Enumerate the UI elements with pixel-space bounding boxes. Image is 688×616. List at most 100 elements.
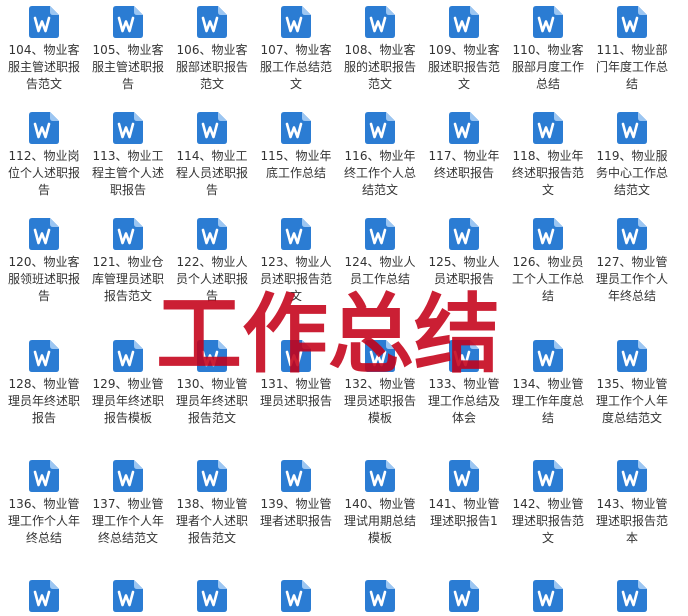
file-item[interactable]: 115、物业年底工作总结 (254, 112, 338, 182)
file-item[interactable]: 136、物业管理工作个人年终总结 (2, 460, 86, 547)
file-item[interactable] (590, 580, 674, 616)
file-name-label: 104、物业客服主管述职报告范文 (7, 43, 80, 91)
file-item[interactable]: 126、物业员工个人工作总结 (506, 218, 590, 305)
file-item[interactable] (422, 580, 506, 616)
file-item[interactable] (338, 580, 422, 616)
word-document-icon (365, 218, 395, 250)
word-document-icon (533, 460, 563, 492)
file-item[interactable]: 114、物业工程人员述职报告 (170, 112, 254, 199)
file-item[interactable]: 140、物业管理试用期总结模板 (338, 460, 422, 547)
file-item[interactable]: 122、物业人员个人述职报告 (170, 218, 254, 305)
word-document-icon (197, 340, 227, 372)
file-item[interactable]: 108、物业客服的述职报告范文 (338, 6, 422, 93)
file-name-label: 106、物业客服部述职报告范文 (175, 43, 248, 91)
file-item[interactable]: 141、物业管理述职报告1 (422, 460, 506, 530)
file-item[interactable]: 137、物业管理工作个人年终总结范文 (86, 460, 170, 547)
file-item[interactable]: 105、物业客服主管述职报告 (86, 6, 170, 93)
word-document-icon (197, 6, 227, 38)
file-item[interactable]: 107、物业客服工作总结范文 (254, 6, 338, 93)
word-document-icon (29, 218, 59, 250)
word-document-icon (113, 580, 143, 612)
file-item[interactable]: 117、物业年终述职报告 (422, 112, 506, 182)
file-item[interactable]: 120、物业客服领班述职报告 (2, 218, 86, 305)
file-name-label: 131、物业管理员述职报告 (259, 377, 332, 408)
file-name-label: 132、物业管理员述职报告模板 (343, 377, 416, 425)
word-document-icon (113, 218, 143, 250)
word-document-icon (449, 218, 479, 250)
file-name-label: 133、物业管理工作总结及体会 (427, 377, 500, 425)
file-name-label: 141、物业管理述职报告1 (428, 497, 500, 528)
file-item[interactable]: 111、物业部门年度工作总结 (590, 6, 674, 93)
file-name-label: 130、物业管理员年终述职报告范文 (175, 377, 248, 425)
file-item[interactable]: 132、物业管理员述职报告模板 (338, 340, 422, 427)
word-document-icon (365, 460, 395, 492)
word-document-icon (281, 340, 311, 372)
file-name-label: 121、物业仓库管理员述职报告范文 (91, 255, 164, 303)
file-name-label: 128、物业管理员年终述职报告 (7, 377, 80, 425)
file-item[interactable]: 113、物业工程主管个人述职报告 (86, 112, 170, 199)
word-document-icon (29, 460, 59, 492)
file-item[interactable]: 139、物业管理者述职报告 (254, 460, 338, 530)
file-item[interactable]: 125、物业人员述职报告 (422, 218, 506, 288)
file-item[interactable]: 130、物业管理员年终述职报告范文 (170, 340, 254, 427)
file-item[interactable]: 131、物业管理员述职报告 (254, 340, 338, 410)
file-item[interactable]: 138、物业管理者个人述职报告范文 (170, 460, 254, 547)
word-document-icon (113, 460, 143, 492)
file-item[interactable]: 134、物业管理工作年度总结 (506, 340, 590, 427)
word-document-icon (533, 580, 563, 612)
file-name-label: 116、物业年终工作个人总结范文 (343, 149, 416, 197)
file-name-label: 115、物业年底工作总结 (260, 149, 332, 180)
file-item[interactable]: 124、物业人员工作总结 (338, 218, 422, 288)
file-name-label: 142、物业管理述职报告范文 (511, 497, 584, 545)
word-document-icon (29, 112, 59, 144)
file-item[interactable] (2, 580, 86, 616)
file-name-label: 124、物业人员工作总结 (344, 255, 416, 286)
file-item[interactable]: 104、物业客服主管述职报告范文 (2, 6, 86, 93)
file-name-label: 126、物业员工个人工作总结 (511, 255, 584, 303)
word-document-icon (365, 6, 395, 38)
word-document-icon (281, 580, 311, 612)
file-name-label: 107、物业客服工作总结范文 (259, 43, 332, 91)
file-item[interactable] (86, 580, 170, 616)
file-item[interactable]: 123、物业人员述职报告范文 (254, 218, 338, 305)
file-item[interactable] (254, 580, 338, 616)
file-name-label: 119、物业服务中心工作总结范文 (595, 149, 668, 197)
word-document-icon (113, 112, 143, 144)
word-document-icon (281, 112, 311, 144)
file-item[interactable]: 118、物业年终述职报告范文 (506, 112, 590, 199)
file-name-label: 134、物业管理工作年度总结 (511, 377, 584, 425)
file-item[interactable]: 109、物业客服述职报告范文 (422, 6, 506, 93)
word-document-icon (197, 580, 227, 612)
word-document-icon (113, 6, 143, 38)
file-name-label: 137、物业管理工作个人年终总结范文 (91, 497, 164, 545)
file-item[interactable]: 143、物业管理述职报告范本 (590, 460, 674, 547)
file-item[interactable] (170, 580, 254, 616)
file-name-label: 117、物业年终述职报告 (428, 149, 500, 180)
file-item[interactable]: 133、物业管理工作总结及体会 (422, 340, 506, 427)
file-item[interactable]: 127、物业管理员工作个人年终总结 (590, 218, 674, 305)
file-name-label: 108、物业客服的述职报告范文 (343, 43, 416, 91)
word-document-icon (617, 6, 647, 38)
file-name-label: 136、物业管理工作个人年终总结 (7, 497, 80, 545)
word-document-icon (533, 218, 563, 250)
file-item[interactable]: 129、物业管理员年终述职报告模板 (86, 340, 170, 427)
file-item[interactable]: 121、物业仓库管理员述职报告范文 (86, 218, 170, 305)
file-item[interactable]: 116、物业年终工作个人总结范文 (338, 112, 422, 199)
file-item[interactable]: 142、物业管理述职报告范文 (506, 460, 590, 547)
file-item[interactable]: 106、物业客服部述职报告范文 (170, 6, 254, 93)
file-name-label: 138、物业管理者个人述职报告范文 (175, 497, 248, 545)
word-document-icon (533, 112, 563, 144)
file-item[interactable]: 128、物业管理员年终述职报告 (2, 340, 86, 427)
word-document-icon (617, 112, 647, 144)
file-item[interactable]: 135、物业管理工作个人年度总结范文 (590, 340, 674, 427)
word-document-icon (449, 112, 479, 144)
file-item[interactable]: 112、物业岗位个人述职报告 (2, 112, 86, 199)
file-item[interactable]: 119、物业服务中心工作总结范文 (590, 112, 674, 199)
file-item[interactable]: 110、物业客服部月度工作总结 (506, 6, 590, 93)
word-document-icon (281, 460, 311, 492)
word-document-icon (365, 580, 395, 612)
word-document-icon (449, 460, 479, 492)
word-document-icon (365, 340, 395, 372)
file-item[interactable] (506, 580, 590, 616)
word-document-icon (197, 218, 227, 250)
